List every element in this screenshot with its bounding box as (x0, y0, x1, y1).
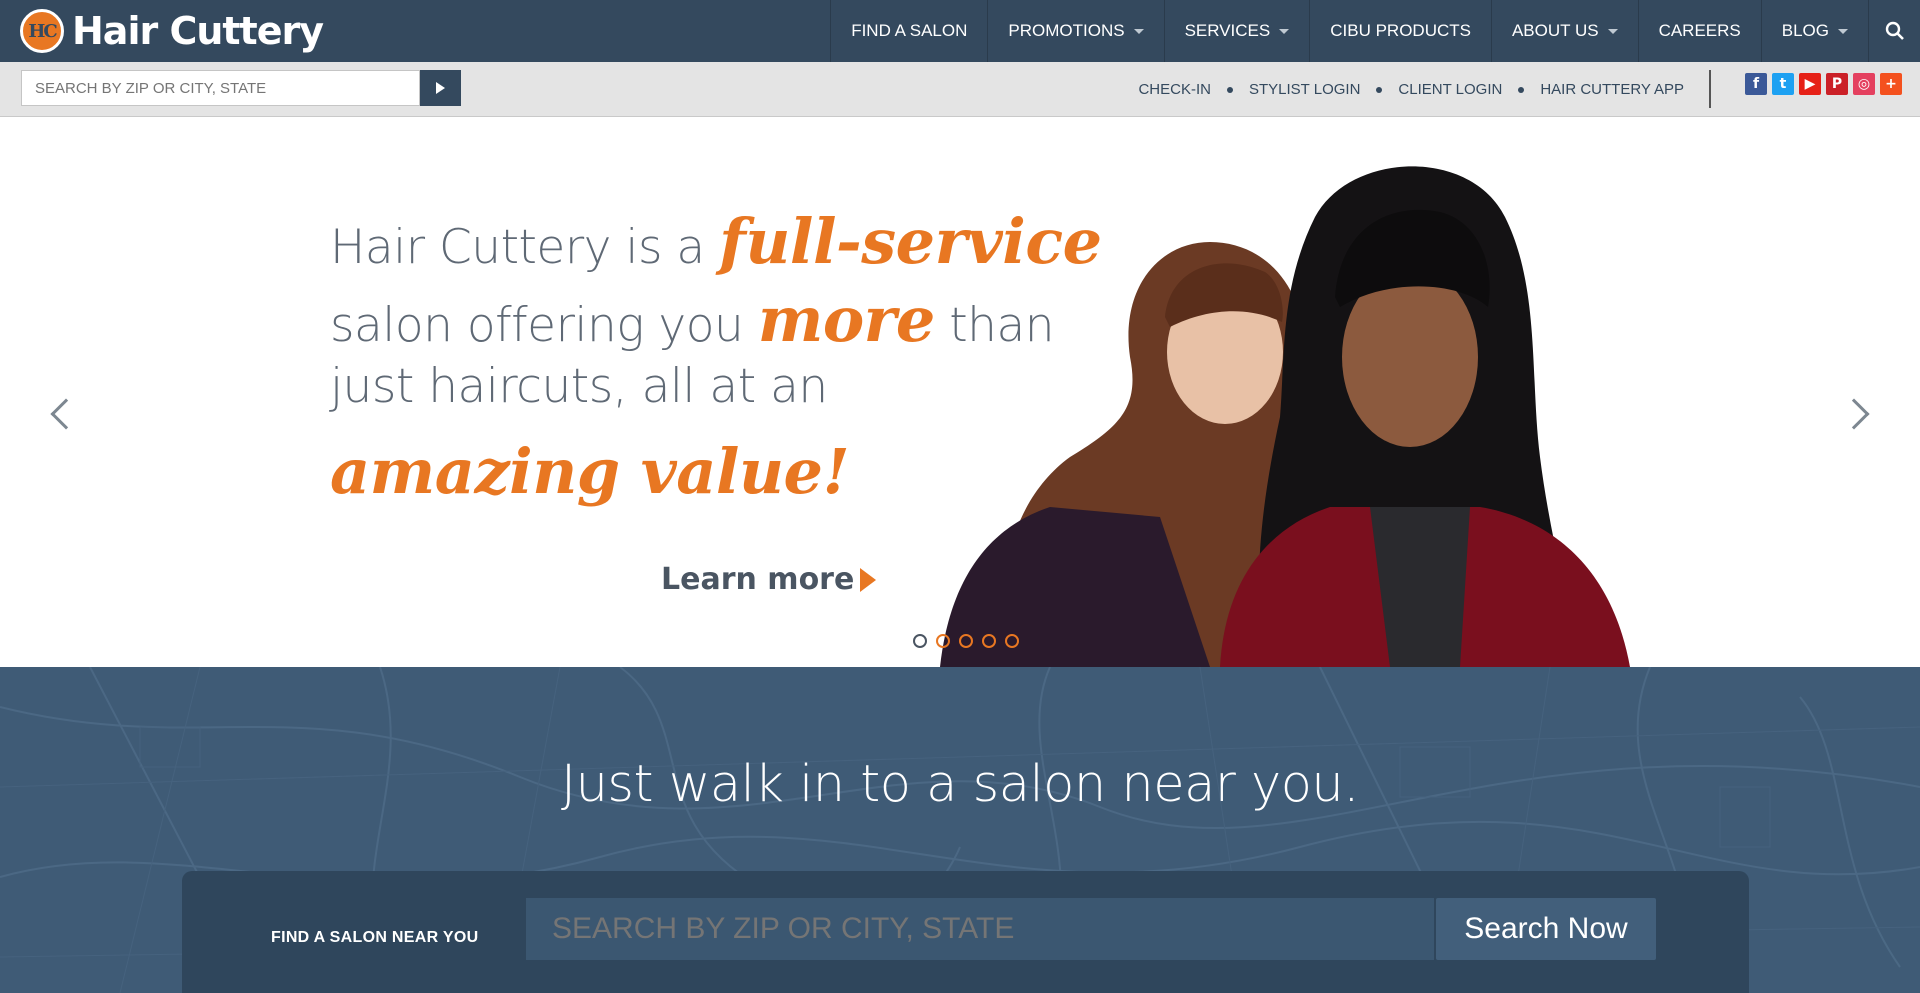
nav-item-careers[interactable]: CAREERS (1637, 0, 1761, 62)
brand-logo[interactable]: HC Hair Cuttery (20, 9, 324, 53)
util-link-hair-cuttery-app[interactable]: HAIR CUTTERY APP (1540, 81, 1684, 98)
nav-item-about-us[interactable]: ABOUT US (1490, 0, 1638, 62)
nav-item-label: BLOG (1781, 21, 1829, 40)
header-location-search-input[interactable] (21, 70, 420, 106)
locator-search-panel: FIND A SALON NEAR YOU Search Now (182, 871, 1749, 993)
nav-item-promotions[interactable]: PROMOTIONS (987, 0, 1163, 62)
carousel-dot-5[interactable] (1005, 634, 1019, 648)
hero-headline-line-1: Hair Cuttery is a full-service (330, 205, 1102, 278)
nav-item-label: CIBU PRODUCTS (1330, 21, 1471, 40)
nav-item-cibu-products[interactable]: CIBU PRODUCTS (1309, 0, 1491, 62)
util-link-check-in[interactable]: CHECK-IN (1138, 81, 1211, 98)
carousel-pagination (913, 634, 1019, 648)
hero-headline-line-3: just haircuts, all at an (330, 359, 828, 414)
twitter-icon[interactable]: t (1772, 73, 1794, 95)
logo-wordmark: Hair Cuttery (72, 9, 324, 53)
play-arrow-icon (436, 82, 445, 94)
carousel-dot-3[interactable] (959, 634, 973, 648)
locator-label: FIND A SALON NEAR YOU (271, 929, 479, 946)
bullet-separator (1226, 86, 1233, 93)
header-search-submit-button[interactable] (420, 70, 461, 106)
learn-more-link[interactable]: Learn more (661, 562, 877, 597)
carousel-dot-2[interactable] (936, 634, 950, 648)
nav-item-blog[interactable]: BLOG (1760, 0, 1868, 62)
logo-badge-icon: HC (20, 9, 64, 53)
locator-search-input[interactable] (526, 898, 1434, 960)
caret-down-icon (1838, 28, 1848, 34)
social-links: f t ▶ P ◎ + (1745, 73, 1902, 95)
nav-item-label: PROMOTIONS (1008, 21, 1125, 40)
caret-down-icon (1607, 28, 1618, 34)
nav-item-label: CAREERS (1658, 21, 1741, 40)
nav-item-label: ABOUT US (1511, 21, 1599, 40)
utility-links: CHECK-IN STYLIST LOGIN CLIENT LOGIN HAIR CU… (1138, 62, 1684, 117)
nav-search-button[interactable] (1868, 0, 1920, 62)
caret-down-icon (1133, 28, 1144, 34)
nav-item-services[interactable]: SERVICES (1163, 0, 1310, 62)
hero-carousel: Hair Cuttery is a full-service salon off… (0, 117, 1920, 667)
salon-locator-section: Just walk in to a salon near you. FIND A… (0, 667, 1920, 993)
hero-headline-line-4: amazing value! (330, 435, 850, 508)
hero-headline-line-2: salon offering you more than (330, 283, 1055, 356)
carousel-prev-chevron-icon[interactable] (50, 398, 82, 430)
util-link-stylist-login[interactable]: STYLIST LOGIN (1249, 81, 1360, 98)
divider (1709, 70, 1711, 108)
arrow-right-icon (860, 567, 877, 592)
caret-down-icon (1279, 28, 1290, 34)
bullet-separator (1376, 86, 1383, 93)
pinterest-icon[interactable]: P (1826, 73, 1848, 95)
nav-item-label: SERVICES (1184, 21, 1271, 40)
nav-item-label: FIND A SALON (851, 21, 968, 40)
youtube-icon[interactable]: ▶ (1799, 73, 1821, 95)
search-now-button[interactable]: Search Now (1436, 898, 1656, 960)
instagram-icon[interactable]: ◎ (1853, 73, 1875, 95)
nav-item-find-a-salon[interactable]: FIND A SALON (830, 0, 987, 62)
facebook-icon[interactable]: f (1745, 73, 1767, 95)
utility-bar: CHECK-IN STYLIST LOGIN CLIENT LOGIN HAIR CU… (0, 62, 1920, 117)
search-icon (1885, 21, 1904, 40)
locator-heading: Just walk in to a salon near you. (561, 755, 1359, 814)
util-link-client-login[interactable]: CLIENT LOGIN (1398, 81, 1502, 98)
carousel-next-chevron-icon[interactable] (1838, 398, 1870, 430)
top-navigation: HC Hair Cuttery FIND A SALON PROMOTIONS SE… (0, 0, 1920, 62)
bullet-separator (1518, 86, 1525, 93)
carousel-dot-4[interactable] (982, 634, 996, 648)
main-menu: FIND A SALON PROMOTIONS SERVICES CIBU PRODU… (830, 0, 1920, 62)
carousel-dot-1[interactable] (913, 634, 927, 648)
google-plus-icon[interactable]: + (1880, 73, 1902, 95)
